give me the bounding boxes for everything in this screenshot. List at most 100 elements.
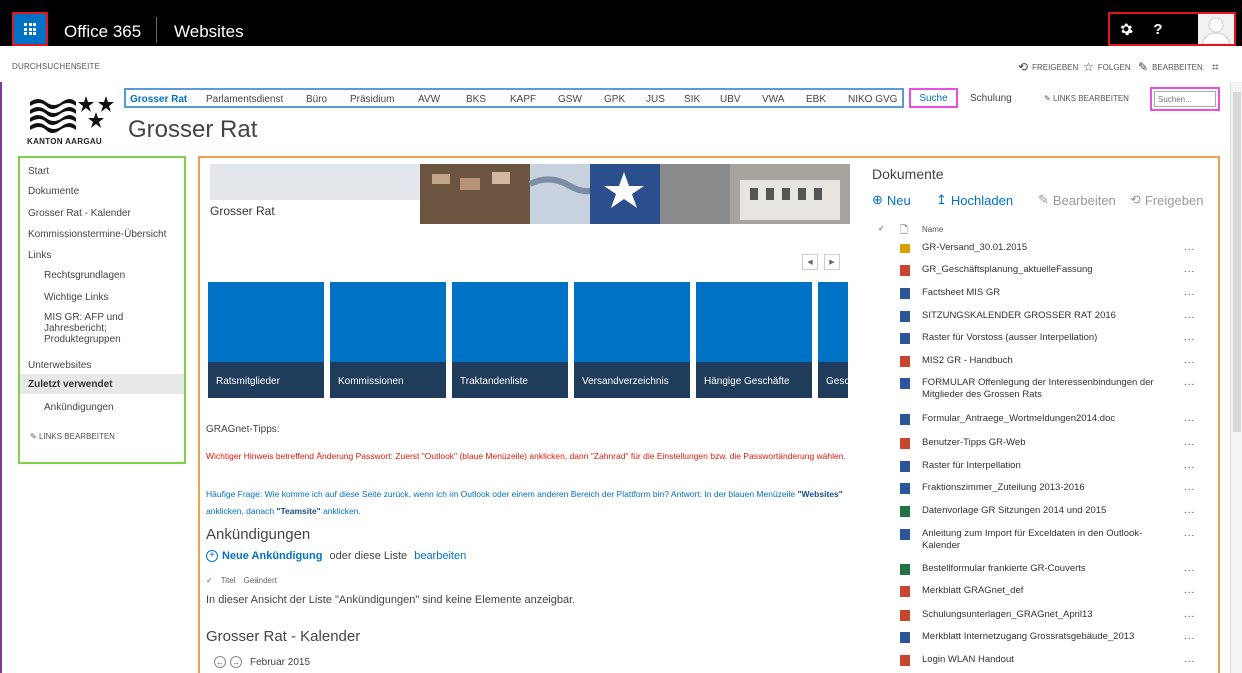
more-options-icon[interactable]: ... — [1184, 505, 1195, 516]
more-options-icon[interactable]: ... — [1184, 563, 1195, 574]
calendar-title[interactable]: Grosser Rat - Kalender — [206, 628, 360, 645]
topnav-edit-links-button[interactable]: ✎ LINKS BEARBEITEN — [1044, 94, 1129, 103]
site-title[interactable]: Grosser Rat — [128, 116, 257, 144]
ribbon-tab-page[interactable]: SEITE — [76, 62, 100, 71]
next-month-icon[interactable]: → — [230, 656, 242, 668]
document-name[interactable]: MIS2 GR - Handbuch — [922, 355, 1162, 367]
search-input[interactable] — [1154, 91, 1216, 107]
scrollbar-thumb[interactable] — [1233, 92, 1241, 432]
ribbon-tab-browse[interactable]: DURCHSUCHEN — [12, 62, 77, 71]
topnav-item-buero[interactable]: Büro — [306, 94, 327, 105]
topnav-item-niko-gvg[interactable]: NIKO GVG — [848, 94, 897, 105]
document-name[interactable]: Anleitung zum Import für Exceldaten in d… — [922, 528, 1162, 552]
nav-item-start[interactable]: Start — [28, 166, 49, 177]
topnav-item-parlamentsdienst[interactable]: Parlamentsdienst — [206, 94, 283, 105]
more-options-icon[interactable]: ... — [1184, 460, 1195, 471]
topnav-item-gpk[interactable]: GPK — [604, 94, 625, 105]
topnav-item-vwa[interactable]: VWA — [762, 94, 784, 105]
more-options-icon[interactable]: ... — [1184, 242, 1195, 253]
more-options-icon[interactable]: ... — [1184, 413, 1195, 424]
column-title[interactable]: Titel — [221, 576, 236, 585]
select-all-check-icon[interactable]: ✓ — [878, 224, 885, 233]
office365-brand-link[interactable]: Office 365 — [64, 22, 141, 42]
edit-document-button[interactable]: ✎ Bearbeiten — [1038, 192, 1116, 208]
nav-item-ankuendigungen[interactable]: Ankündigungen — [44, 402, 114, 413]
edit-button[interactable]: ✎ BEARBEITEN — [1138, 60, 1203, 74]
tile-kommissionen[interactable]: Kommissionen — [330, 282, 446, 398]
topnav-item-ebk[interactable]: EBK — [806, 94, 826, 105]
nav-item-rechtsgrundlagen[interactable]: Rechtsgrundlagen — [44, 270, 125, 281]
more-options-icon[interactable]: ... — [1184, 355, 1195, 366]
more-options-icon[interactable]: ... — [1184, 377, 1195, 388]
topnav-item-gsw[interactable]: GSW — [558, 94, 582, 105]
new-document-button[interactable]: ⊕ Neu — [872, 192, 911, 208]
topnav-item-jus[interactable]: JUS — [646, 94, 665, 105]
topnav-item-avw[interactable]: AVW — [418, 94, 440, 105]
document-name[interactable]: SITZUNGSKALENDER GROSSER RAT 2016 — [922, 310, 1162, 322]
nav-item-kommissionstermine[interactable]: Kommissionstermine-Übersicht — [28, 229, 166, 240]
document-name[interactable]: Raster für Vorstoss (ausser Interpellati… — [922, 332, 1162, 344]
more-options-icon[interactable]: ... — [1184, 287, 1195, 298]
topnav-item-sik[interactable]: SIK — [684, 94, 700, 105]
share-button[interactable]: ⟲ FREIGEBEN — [1018, 60, 1078, 74]
nav-item-zuletzt-verwendet[interactable]: Zuletzt verwendet — [28, 379, 112, 390]
topnav-item-ubv[interactable]: UBV — [720, 94, 741, 105]
document-name[interactable]: Bestellformular frankierte GR-Couverts — [922, 563, 1162, 575]
nav-item-dokumente[interactable]: Dokumente — [28, 186, 79, 197]
upload-button[interactable]: ↥ Hochladen — [936, 192, 1013, 208]
more-options-icon[interactable]: ... — [1184, 585, 1195, 596]
settings-button[interactable] — [1110, 14, 1142, 44]
edit-list-link[interactable]: bearbeiten — [414, 550, 466, 562]
topnav-item-bks[interactable]: BKS — [466, 94, 486, 105]
more-options-icon[interactable]: ... — [1184, 654, 1195, 665]
document-name[interactable]: Benutzer-Tipps GR-Web — [922, 437, 1162, 449]
more-options-icon[interactable]: ... — [1184, 609, 1195, 620]
document-name[interactable]: Merkblatt GRAGnet_def — [922, 585, 1162, 597]
tile-traktandenliste[interactable]: Traktandenliste — [452, 282, 568, 398]
tile-haengige-geschaefte[interactable]: Hängige Geschäfte — [696, 282, 812, 398]
more-options-icon[interactable]: ... — [1184, 310, 1195, 321]
column-name[interactable]: Name — [922, 225, 943, 234]
nav-item-mis-gr[interactable]: MIS GR: AFP und Jahresbericht; Produkteg… — [44, 312, 154, 345]
carousel-next-button[interactable]: ▶ — [824, 254, 840, 270]
user-avatar[interactable] — [1198, 14, 1234, 44]
topnav-item-praesidium[interactable]: Präsidium — [350, 94, 394, 105]
check-icon[interactable]: ✓ — [206, 576, 213, 585]
vertical-scrollbar[interactable] — [1230, 82, 1242, 673]
document-name[interactable]: Formular_Antraege_Wortmeldungen2014.doc — [922, 413, 1162, 425]
tile-geschaefte[interactable]: Gesc — [818, 282, 848, 398]
topnav-item-kapf[interactable]: KAPF — [510, 94, 536, 105]
tile-versandverzeichnis[interactable]: Versandverzeichnis — [574, 282, 690, 398]
carousel-prev-button[interactable]: ◀ — [802, 254, 818, 270]
document-name[interactable]: Factsheet MIS GR — [922, 287, 1162, 299]
tile-ratsmitglieder[interactable]: Ratsmitglieder — [208, 282, 324, 398]
more-options-icon[interactable]: ... — [1184, 631, 1195, 642]
more-options-icon[interactable]: ... — [1184, 332, 1195, 343]
document-name[interactable]: GR_Geschäftsplanung_aktuelleFassung — [922, 264, 1162, 276]
announcements-title[interactable]: Ankündigungen — [206, 526, 310, 543]
new-announcement-link[interactable]: Neue Ankündigung — [222, 550, 322, 562]
follow-button[interactable]: ☆ FOLGEN — [1083, 60, 1131, 74]
share-document-button[interactable]: ⟲ Freigeben — [1130, 192, 1203, 208]
more-options-icon[interactable]: ... — [1184, 264, 1195, 275]
documents-title[interactable]: Dokumente — [872, 166, 944, 182]
document-name[interactable]: FORMULAR Offenlegung der Interessenbindu… — [922, 377, 1162, 401]
more-options-icon[interactable]: ... — [1184, 437, 1195, 448]
nav-item-kalender[interactable]: Grosser Rat - Kalender — [28, 208, 131, 219]
document-name[interactable]: Datenvorlage GR Sitzungen 2014 und 2015 — [922, 505, 1162, 517]
column-changed[interactable]: Geändert — [244, 576, 277, 585]
more-options-icon[interactable]: ... — [1184, 528, 1195, 539]
nav-item-links[interactable]: Links — [28, 250, 51, 261]
document-name[interactable]: Raster für Interpellation — [922, 460, 1162, 472]
help-button[interactable]: ? — [1142, 14, 1174, 44]
document-name[interactable]: Fraktionszimmer_Zuteilung 2013-2016 — [922, 482, 1162, 494]
topnav-item-schulung[interactable]: Schulung — [970, 93, 1012, 104]
topnav-item-suche[interactable]: Suche — [909, 88, 958, 108]
websites-app-title[interactable]: Websites — [174, 22, 244, 42]
more-options-icon[interactable]: ... — [1184, 482, 1195, 493]
nav-item-wichtige-links[interactable]: Wichtige Links — [44, 292, 108, 303]
prev-month-icon[interactable]: ← — [214, 656, 226, 668]
focus-content-button[interactable]: ⌗ — [1212, 60, 1219, 75]
nav-edit-links-button[interactable]: ✎ LINKS BEARBEITEN — [30, 432, 115, 441]
add-icon[interactable]: + — [206, 550, 218, 562]
